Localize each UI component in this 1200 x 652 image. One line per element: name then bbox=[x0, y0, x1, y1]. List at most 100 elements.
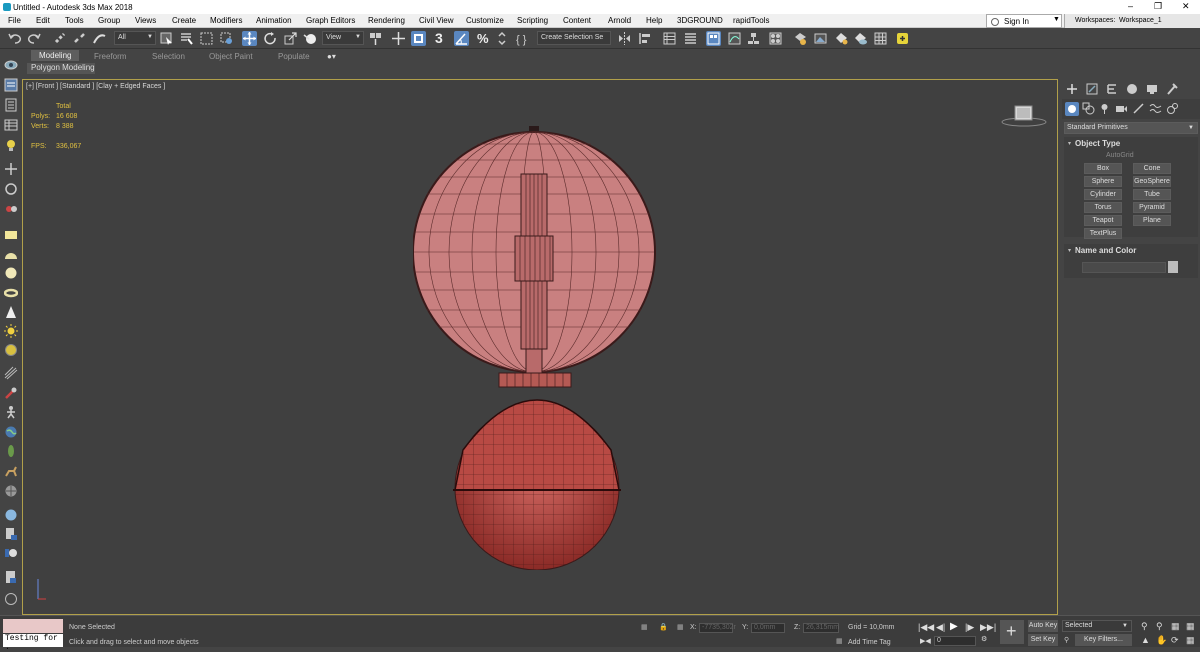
selection-lock-icon[interactable]: 🔒 bbox=[659, 623, 668, 631]
link-icon[interactable] bbox=[53, 31, 68, 46]
menu-views[interactable]: Views bbox=[135, 16, 156, 25]
absolute-mode-icon[interactable]: ▦ bbox=[677, 623, 684, 631]
isolate-selection-icon[interactable]: ▦ bbox=[641, 623, 648, 631]
lights-category-icon[interactable] bbox=[1098, 102, 1111, 115]
scale-tool-icon[interactable] bbox=[4, 202, 18, 216]
toggle-ribbon-icon[interactable] bbox=[706, 31, 721, 46]
key-filters-button[interactable]: Key Filters... bbox=[1075, 634, 1132, 646]
file-export-icon[interactable] bbox=[4, 527, 18, 541]
minimize-icon[interactable]: – bbox=[1128, 1, 1133, 11]
field-of-view-icon[interactable]: ▲ bbox=[1141, 635, 1150, 645]
viewport-layout-icon[interactable] bbox=[4, 58, 18, 72]
sun-light-icon[interactable] bbox=[4, 324, 18, 338]
menu-tools[interactable]: Tools bbox=[65, 16, 84, 25]
maximize-icon[interactable]: ❐ bbox=[1154, 1, 1162, 12]
maxscript-listener-pink[interactable] bbox=[3, 619, 63, 633]
modify-tab-icon[interactable] bbox=[1085, 82, 1099, 96]
hair-brush-icon[interactable] bbox=[4, 366, 18, 380]
pyramid-button[interactable]: Pyramid bbox=[1133, 202, 1171, 213]
hemisphere-object-icon[interactable] bbox=[4, 248, 18, 262]
cylinder-button[interactable]: Cylinder bbox=[1084, 189, 1122, 200]
unlink-icon[interactable] bbox=[72, 31, 87, 46]
color-chips-icon[interactable] bbox=[4, 546, 18, 560]
textplus-button[interactable]: TextPlus bbox=[1084, 228, 1122, 239]
object-color-swatch[interactable] bbox=[1168, 261, 1178, 273]
utilities-tab-icon[interactable] bbox=[1165, 82, 1179, 96]
go-to-start-icon[interactable]: |◀◀ bbox=[918, 622, 934, 633]
paint-tool-icon[interactable] bbox=[4, 386, 18, 400]
close-icon[interactable]: ✕ bbox=[1182, 1, 1190, 12]
menu-scripting[interactable]: Scripting bbox=[517, 16, 548, 25]
key-mode-icon[interactable]: ▶◀ bbox=[920, 637, 931, 645]
select-object-icon[interactable] bbox=[159, 31, 174, 46]
angle-snap-icon[interactable] bbox=[454, 31, 469, 46]
undo-icon[interactable] bbox=[7, 31, 22, 46]
key-selection-dropdown[interactable]: Selected ▼ bbox=[1062, 620, 1132, 632]
help-circle-icon[interactable] bbox=[4, 592, 18, 606]
leaf-icon[interactable] bbox=[4, 444, 18, 458]
menu-arnold[interactable]: Arnold bbox=[608, 16, 631, 25]
explorer-grid-icon[interactable] bbox=[4, 118, 18, 132]
torus-object-icon[interactable] bbox=[3, 286, 19, 300]
menu-content[interactable]: Content bbox=[563, 16, 591, 25]
spinner-snap-icon[interactable] bbox=[495, 31, 510, 46]
pivot-center-icon[interactable] bbox=[368, 31, 383, 46]
menu-file[interactable]: File bbox=[8, 16, 21, 25]
geometry-category-icon[interactable] bbox=[1065, 102, 1079, 116]
object-name-field[interactable] bbox=[1082, 262, 1166, 273]
box-button[interactable]: Box bbox=[1084, 163, 1122, 174]
play-icon[interactable]: ▶ bbox=[950, 621, 958, 632]
sign-in-button[interactable]: Sign In ▼ bbox=[986, 14, 1062, 28]
plugin-yellow-icon[interactable] bbox=[895, 31, 910, 46]
menu-3dground[interactable]: 3DGROUND bbox=[677, 16, 723, 25]
select-and-place-icon[interactable] bbox=[303, 31, 318, 46]
menu-civil-view[interactable]: Civil View bbox=[419, 16, 454, 25]
selection-filter-dropdown[interactable]: All ▼ bbox=[114, 31, 156, 45]
percent-snap-icon[interactable]: % bbox=[475, 31, 490, 46]
zoom-icon[interactable]: ⚲ bbox=[1141, 621, 1148, 632]
rectangular-selection-icon[interactable] bbox=[199, 31, 214, 46]
previous-frame-icon[interactable]: ◀| bbox=[936, 622, 945, 633]
menu-help[interactable]: Help bbox=[646, 16, 662, 25]
sphere-object-icon[interactable] bbox=[4, 266, 18, 280]
ribbon-options-icon[interactable]: ●▾ bbox=[327, 52, 336, 61]
menu-group[interactable]: Group bbox=[98, 16, 120, 25]
menu-animation[interactable]: Animation bbox=[256, 16, 292, 25]
y-coordinate-field[interactable]: 0,0mm bbox=[751, 623, 785, 633]
window-crossing-icon[interactable] bbox=[219, 31, 234, 46]
tab-modeling[interactable]: Modeling bbox=[31, 50, 80, 61]
render-production-icon[interactable] bbox=[834, 31, 849, 46]
tab-object-paint[interactable]: Object Paint bbox=[209, 52, 253, 61]
motion-tab-icon[interactable] bbox=[1125, 82, 1139, 96]
tab-selection[interactable]: Selection bbox=[152, 52, 185, 61]
workspace-selector[interactable]: Workspaces: Workspace_1 bbox=[1064, 14, 1200, 28]
zoom-all-icon[interactable]: ⚲ bbox=[1156, 621, 1163, 632]
shapes-category-icon[interactable] bbox=[1082, 102, 1095, 115]
move-tool-icon[interactable] bbox=[4, 162, 18, 176]
schematic-view-icon[interactable] bbox=[746, 31, 761, 46]
tab-populate[interactable]: Populate bbox=[278, 52, 310, 61]
render-setup-icon[interactable] bbox=[793, 31, 808, 46]
go-to-end-icon[interactable]: ▶▶| bbox=[980, 622, 996, 633]
blue-sphere-icon[interactable] bbox=[4, 508, 18, 522]
select-and-rotate-icon[interactable] bbox=[263, 31, 278, 46]
torus-button[interactable]: Torus bbox=[1084, 202, 1122, 213]
deer-icon[interactable] bbox=[4, 464, 18, 478]
name-and-color-title[interactable]: Name and Color bbox=[1075, 246, 1136, 255]
render-in-cloud-icon[interactable] bbox=[853, 31, 868, 46]
hierarchy-tab-icon[interactable] bbox=[1105, 82, 1119, 96]
menu-customize[interactable]: Customize bbox=[466, 16, 504, 25]
biped-icon[interactable] bbox=[4, 405, 18, 419]
cone-button[interactable]: Cone bbox=[1133, 163, 1171, 174]
tab-freeform[interactable]: Freeform bbox=[94, 52, 126, 61]
light-bulb-icon[interactable] bbox=[4, 138, 18, 152]
autogrid-checkbox[interactable]: AutoGrid bbox=[1106, 152, 1134, 159]
z-coordinate-field[interactable]: 26,315mm bbox=[803, 623, 839, 633]
menu-create[interactable]: Create bbox=[172, 16, 196, 25]
sphere-button[interactable]: Sphere bbox=[1084, 176, 1122, 187]
edit-named-selection-icon[interactable]: { } bbox=[515, 31, 530, 46]
maxscript-mini-listener[interactable]: Testing for . bbox=[3, 634, 63, 652]
polygon-modeling-panel[interactable]: Polygon Modeling bbox=[27, 63, 95, 74]
layer-explorer-icon[interactable] bbox=[4, 78, 18, 92]
current-frame-field[interactable]: 0 bbox=[934, 636, 976, 646]
